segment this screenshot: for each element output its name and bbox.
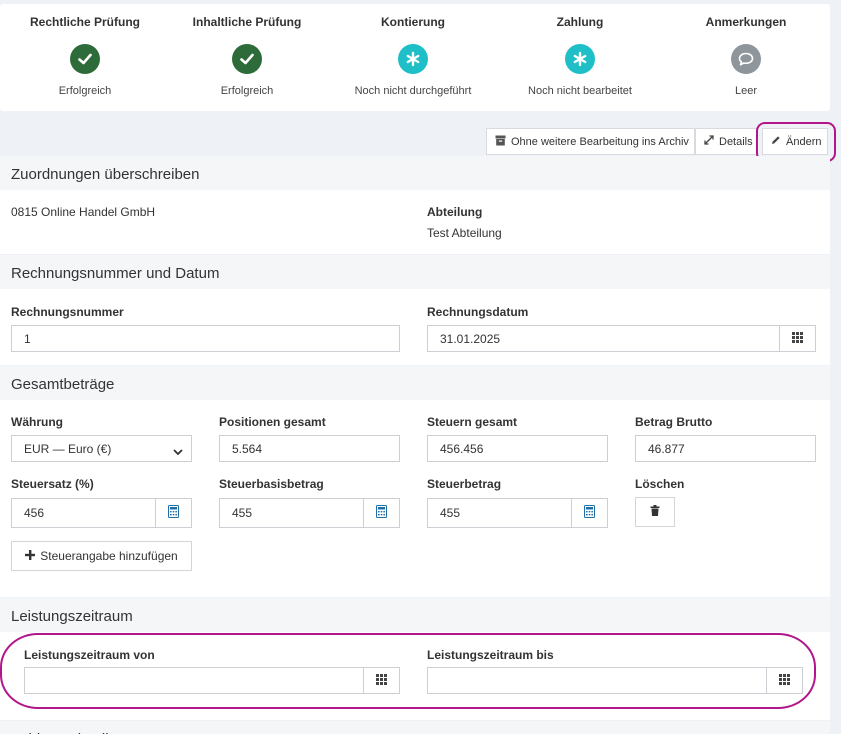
tax-amount-calculator-button[interactable] — [571, 498, 608, 528]
step-status: Erfolgreich — [58, 85, 112, 97]
currency-selected-value: EUR — Euro (€) — [24, 441, 112, 456]
step-title: Inhaltliche Prüfung — [192, 15, 302, 29]
section-heading-invoice: Rechnungsnummer und Datum — [0, 255, 830, 289]
invoice-date-value: 31.01.2025 — [440, 331, 501, 346]
date-picker-button[interactable] — [779, 325, 816, 352]
step-status: Leer — [734, 85, 758, 97]
tax-rate-value: 456 — [24, 506, 45, 520]
calculator-icon — [376, 505, 387, 521]
grid-calendar-icon — [792, 331, 803, 346]
gross-amount-label: Betrag Brutto — [635, 415, 713, 429]
department-label: Abteilung — [427, 205, 483, 219]
positions-total-input[interactable]: 5.564 — [219, 435, 400, 462]
tax-amount-input[interactable]: 455 — [427, 498, 608, 528]
step-content-check: Inhaltliche Prüfung Erfolgreich — [162, 4, 332, 111]
department-value: Test Abteilung — [427, 226, 502, 240]
archive-icon — [495, 135, 506, 149]
step-status: Noch nicht bearbeitet — [528, 85, 632, 97]
totals-section: Währung EUR — Euro (€) Positionen gesamt… — [0, 400, 830, 597]
step-title: Anmerkungen — [705, 15, 787, 29]
calculator-icon — [168, 505, 179, 521]
section-heading-assignments: Zuordnungen überschreiben — [0, 156, 830, 190]
tax-rate-label: Steuersatz (%) — [11, 477, 94, 491]
add-tax-entry-label: Steuerangabe hinzufügen — [40, 549, 178, 563]
section-heading-payment-details: Zahlungsdetails — [0, 721, 830, 734]
archive-without-processing-button[interactable]: Ohne weitere Bearbeitung ins Archiv — [486, 128, 695, 155]
tax-base-calculator-button[interactable] — [363, 498, 400, 528]
gross-amount-input[interactable]: 46.877 — [635, 435, 816, 462]
add-tax-entry-button[interactable]: Steuerangabe hinzufügen — [11, 541, 192, 571]
currency-select[interactable]: EUR — Euro (€) — [11, 435, 192, 462]
plus-icon — [25, 549, 36, 563]
step-status: Noch nicht durchgeführt — [354, 85, 472, 97]
step-status: Erfolgreich — [220, 85, 274, 97]
details-button-label: Details — [719, 135, 753, 148]
step-account-assignment: Kontierung Noch nicht durchgeführt — [328, 4, 498, 111]
company-name: 0815 Online Handel GmbH — [11, 205, 156, 219]
tax-base-input[interactable]: 455 — [219, 498, 400, 528]
invoice-number-label: Rechnungsnummer — [11, 305, 124, 319]
section-heading-service-period: Leistungszeitraum — [0, 598, 830, 632]
status-panel: Rechtliche Prüfung Erfolgreich Inhaltlic… — [0, 4, 830, 111]
invoice-date-input[interactable]: 31.01.2025 — [427, 325, 816, 352]
positions-total-label: Positionen gesamt — [219, 415, 326, 429]
check-icon — [232, 44, 262, 74]
trash-icon — [650, 505, 660, 519]
expand-icon — [704, 135, 714, 148]
invoice-section: Rechnungsnummer 1 Rechnungsdatum 31.01.2… — [0, 289, 830, 365]
step-legal-check: Rechtliche Prüfung Erfolgreich — [0, 4, 170, 111]
step-payment: Zahlung Noch nicht bearbeitet — [495, 4, 665, 111]
asterisk-icon — [565, 44, 595, 74]
delete-tax-button[interactable] — [635, 497, 675, 527]
step-notes: Anmerkungen Leer — [661, 4, 831, 111]
tax-base-label: Steuerbasisbetrag — [219, 477, 324, 491]
invoice-number-input[interactable]: 1 — [11, 325, 400, 352]
step-title: Rechtliche Prüfung — [29, 15, 140, 29]
service-period-highlight — [0, 633, 816, 709]
taxes-total-label: Steuern gesamt — [427, 415, 518, 429]
tax-amount-value: 455 — [440, 506, 461, 520]
tax-base-value: 455 — [232, 506, 253, 520]
assignments-section: 0815 Online Handel GmbH Abteilung Test A… — [0, 190, 830, 254]
taxes-total-input[interactable]: 456.456 — [427, 435, 608, 462]
archive-button-label: Ohne weitere Bearbeitung ins Archiv — [511, 135, 689, 148]
invoice-date-label: Rechnungsdatum — [427, 305, 529, 319]
step-title: Zahlung — [556, 15, 604, 29]
tax-rate-input[interactable]: 456 — [11, 498, 192, 528]
step-title: Kontierung — [381, 15, 445, 29]
tax-amount-label: Steuerbetrag — [427, 477, 502, 491]
asterisk-icon — [398, 44, 428, 74]
details-button[interactable]: Details — [695, 128, 758, 155]
calculator-icon — [584, 505, 595, 521]
delete-label: Löschen — [635, 477, 685, 491]
chevron-down-icon — [173, 445, 183, 459]
currency-label: Währung — [11, 415, 63, 429]
comment-icon — [731, 44, 761, 74]
check-icon — [70, 44, 100, 74]
tax-rate-calculator-button[interactable] — [155, 498, 192, 528]
section-heading-totals: Gesamtbeträge — [0, 366, 830, 400]
